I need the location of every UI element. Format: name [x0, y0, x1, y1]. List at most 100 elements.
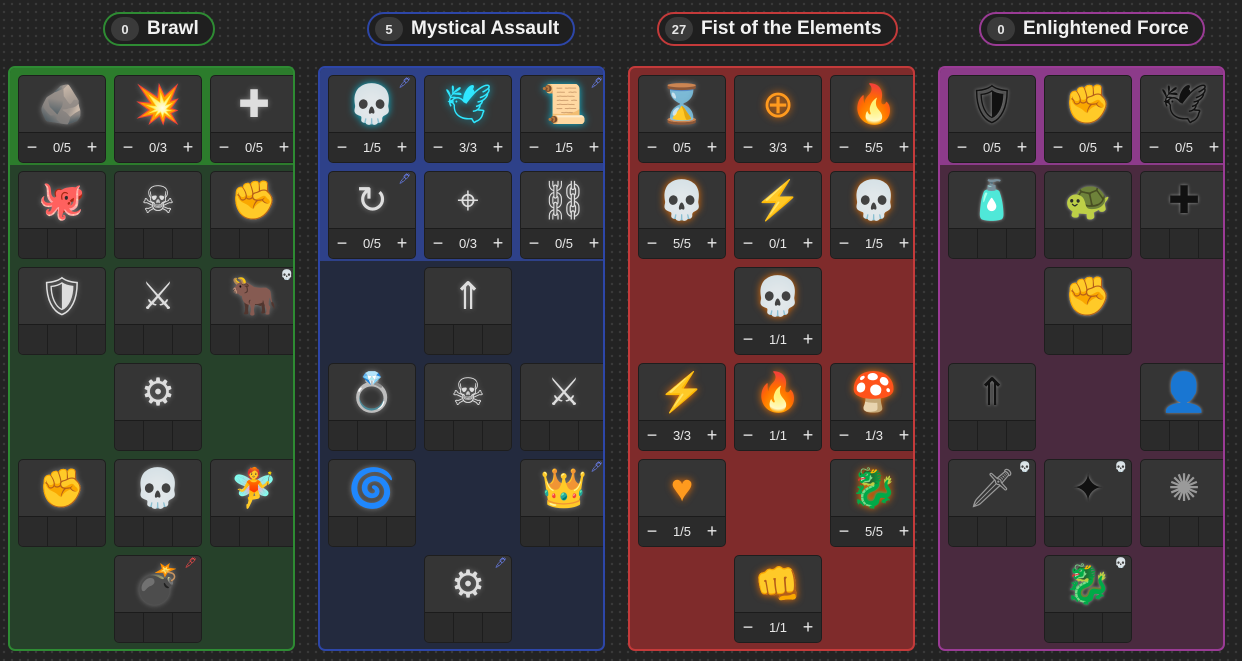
crossed-fists-icon[interactable]: ⚔	[521, 364, 603, 422]
skill-slot[interactable]: ⇑	[948, 363, 1036, 451]
skill-slot[interactable]: ☠	[114, 171, 202, 259]
increase-button[interactable]: +	[485, 133, 511, 162]
woman-portrait-icon[interactable]: 👤	[1141, 364, 1223, 422]
decrease-button[interactable]: −	[735, 421, 761, 450]
whirlwind-icon[interactable]: 🌀	[329, 460, 415, 518]
skill-slot[interactable]: 💍	[328, 363, 416, 451]
skill-slot[interactable]: ✚ −0/5 +	[210, 75, 293, 163]
swirl-fist-icon[interactable]: ✊	[1045, 268, 1131, 326]
skill-slot[interactable]: ⚔	[114, 267, 202, 355]
increase-button[interactable]: +	[175, 133, 201, 162]
cross-skull-icon[interactable]: ☠	[115, 172, 201, 230]
skill-slot[interactable]: ✊ −0/5 +	[1044, 75, 1132, 163]
decrease-button[interactable]: −	[639, 517, 665, 546]
increase-button[interactable]: +	[795, 421, 821, 450]
lightning-feather-icon[interactable]: ⚡	[639, 364, 725, 422]
skill-slot[interactable]: ⌛ −0/5 +	[638, 75, 726, 163]
skill-slot[interactable]: 🍄 −1/3 +	[830, 363, 913, 451]
crosshair-fist-icon[interactable]: ⊕	[735, 76, 821, 134]
skill-slot[interactable]: 🕊 −0/5 +	[1140, 75, 1223, 163]
skill-slot[interactable]: ↻ 🖋 −0/5 +	[328, 171, 416, 259]
increase-button[interactable]: +	[389, 133, 415, 162]
decrease-button[interactable]: −	[521, 133, 547, 162]
increase-button[interactable]: +	[891, 133, 913, 162]
exploding-cannon-icon[interactable]: 💥	[115, 76, 201, 134]
skill-slot[interactable]: 💥 −0/3 +	[114, 75, 202, 163]
decrease-button[interactable]: −	[329, 133, 355, 162]
skill-slot[interactable]: 💀	[114, 459, 202, 547]
decrease-button[interactable]: −	[831, 421, 857, 450]
skill-slot[interactable]: 👑 🖋	[520, 459, 603, 547]
skill-slot[interactable]: 🐙	[18, 171, 106, 259]
decrease-button[interactable]: −	[949, 133, 975, 162]
rising-fist-icon[interactable]: ⇑	[949, 364, 1035, 422]
skull-blast-icon[interactable]: 💀	[735, 268, 821, 326]
increase-button[interactable]: +	[891, 517, 913, 546]
skill-slot[interactable]: 🧴	[948, 171, 1036, 259]
skill-slot[interactable]: 🔥 −5/5 +	[830, 75, 913, 163]
decrease-button[interactable]: −	[639, 421, 665, 450]
skill-slot[interactable]: ⚔	[520, 363, 603, 451]
increase-button[interactable]: +	[699, 133, 725, 162]
increase-button[interactable]: +	[1201, 133, 1223, 162]
skill-slot[interactable]: ⌖ −0/3 +	[424, 171, 512, 259]
skill-slot[interactable]: 🐂 💀	[210, 267, 293, 355]
flaming-bar-icon[interactable]: 🔥	[735, 364, 821, 422]
skill-slot[interactable]: ✊	[1044, 267, 1132, 355]
decrease-button[interactable]: −	[329, 229, 355, 258]
fire-dragon-icon[interactable]: 🐉	[831, 460, 913, 518]
clenched-fist-icon[interactable]: ✊	[1045, 76, 1131, 134]
decrease-button[interactable]: −	[831, 229, 857, 258]
spiked-drill-icon[interactable]: ⚙	[115, 364, 201, 422]
increase-button[interactable]: +	[891, 421, 913, 450]
increase-button[interactable]: +	[699, 229, 725, 258]
decrease-button[interactable]: −	[735, 325, 761, 354]
increase-button[interactable]: +	[389, 229, 415, 258]
decrease-button[interactable]: −	[639, 133, 665, 162]
potion-bottle-icon[interactable]: 🧴	[949, 172, 1035, 230]
increase-button[interactable]: +	[581, 229, 603, 258]
skill-slot[interactable]: 📜 🖋 −1/5 +	[520, 75, 603, 163]
skill-slot[interactable]: ⚙ 🖋	[424, 555, 512, 643]
skull-arrow-icon[interactable]: ☠	[425, 364, 511, 422]
skill-slot[interactable]: ✊	[210, 171, 293, 259]
scythe-burst-icon[interactable]: ⚔	[115, 268, 201, 326]
skill-slot[interactable]: ✚	[1140, 171, 1223, 259]
skill-slot[interactable]: ⚙	[114, 363, 202, 451]
decrease-button[interactable]: −	[831, 517, 857, 546]
increase-button[interactable]: +	[795, 229, 821, 258]
skill-slot[interactable]: 🐉 💀	[1044, 555, 1132, 643]
swirl-fist-icon[interactable]: ✊	[211, 172, 293, 230]
skill-slot[interactable]: ☠	[424, 363, 512, 451]
decrease-button[interactable]: −	[831, 133, 857, 162]
skill-slot[interactable]: ⚡ −0/1 +	[734, 171, 822, 259]
octopus-icon[interactable]: 🐙	[19, 172, 105, 230]
skill-slot[interactable]: 🧚	[210, 459, 293, 547]
bone-skull-icon[interactable]: 💀	[115, 460, 201, 518]
skill-slot[interactable]: 💀 🖋 −1/5 +	[328, 75, 416, 163]
increase-button[interactable]: +	[795, 325, 821, 354]
decrease-button[interactable]: −	[735, 613, 761, 642]
heart-fist-icon[interactable]: ♥	[639, 460, 725, 518]
increase-button[interactable]: +	[795, 613, 821, 642]
skill-slot[interactable]: ✺	[1140, 459, 1223, 547]
skill-slot[interactable]: ⊕ −3/3 +	[734, 75, 822, 163]
increase-button[interactable]: +	[699, 421, 725, 450]
plus-fist-icon[interactable]: ✚	[1141, 172, 1223, 230]
flame-fist-icon[interactable]: 👊	[735, 556, 821, 614]
light-burst-icon[interactable]: ✺	[1141, 460, 1223, 518]
skill-slot[interactable]: 🔥 −1/1 +	[734, 363, 822, 451]
mushroom-skull-icon[interactable]: 🍄	[831, 364, 913, 422]
skill-slot[interactable]: 🐢	[1044, 171, 1132, 259]
increase-button[interactable]: +	[485, 229, 511, 258]
ring-toss-icon[interactable]: 💍	[329, 364, 415, 422]
decrease-button[interactable]: −	[115, 133, 141, 162]
turtle-shell-icon[interactable]: 🐢	[1045, 172, 1131, 230]
increase-button[interactable]: +	[1009, 133, 1035, 162]
skill-slot[interactable]: ⚡ −3/3 +	[638, 363, 726, 451]
decrease-button[interactable]: −	[1141, 133, 1167, 162]
skill-slot[interactable]: 💀 −5/5 +	[638, 171, 726, 259]
increase-button[interactable]: +	[795, 133, 821, 162]
decrease-button[interactable]: −	[735, 229, 761, 258]
crosshair-icon[interactable]: ⌖	[425, 172, 511, 230]
